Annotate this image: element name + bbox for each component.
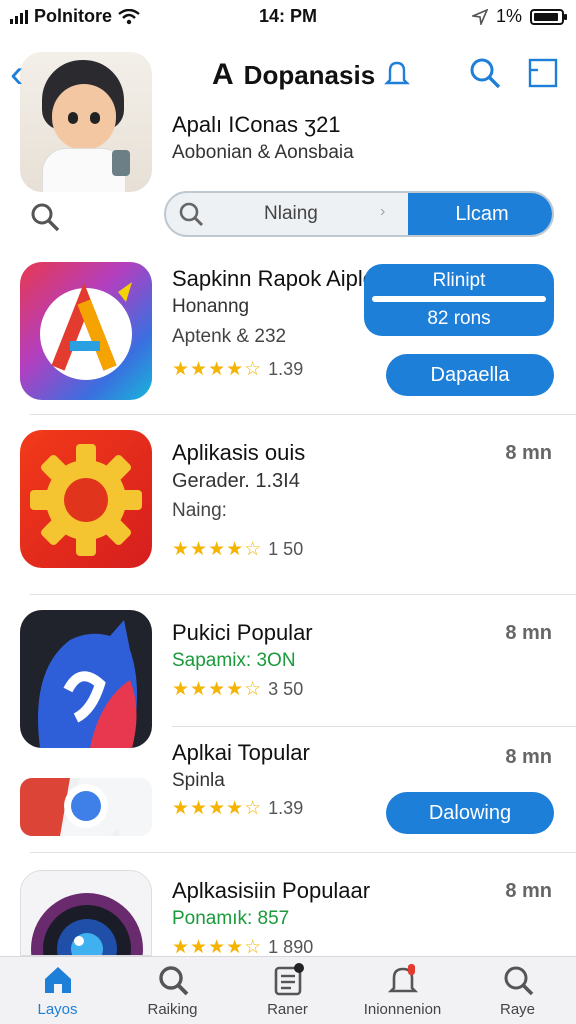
star-rating-icon: ★★★★☆: [172, 679, 263, 700]
app-meta: Aptenk & 232: [172, 326, 287, 347]
tab-raner[interactable]: Raner: [230, 963, 345, 1023]
segment-ranking[interactable]: Nlaing ›: [166, 193, 406, 235]
search-icon: [158, 966, 188, 996]
page-title: A Dopanasis: [212, 58, 375, 92]
app-name[interactable]: Pukici Popular: [172, 620, 313, 646]
ranking-panel[interactable]: Rlinipt 82 rons: [364, 264, 554, 336]
notification-icon: [387, 964, 418, 993]
status-right: 1%: [471, 6, 567, 27]
app-size: 8 mn: [505, 622, 552, 644]
status-bar: Polnitore 14: PM 1%: [0, 0, 576, 36]
tab-layos[interactable]: Layos: [0, 963, 115, 1023]
search-icon[interactable]: [468, 56, 502, 90]
app-name[interactable]: Aplikasis ouis: [172, 440, 305, 466]
star-rating-icon: ★★★★☆: [172, 938, 263, 956]
app-name[interactable]: Aplkai Topular: [172, 740, 310, 766]
app-rating: ★★★★☆ 1 890: [172, 938, 313, 956]
back-icon[interactable]: ‹: [10, 54, 23, 94]
rating-value: 3 50: [268, 679, 304, 699]
battery-icon: [530, 8, 567, 25]
star-rating-icon: ★★★★☆: [172, 539, 263, 560]
app-icon[interactable]: [20, 610, 152, 748]
app-icon[interactable]: [20, 262, 152, 400]
search-icon[interactable]: [30, 202, 60, 232]
tab-raye[interactable]: Raye: [460, 963, 575, 1023]
tab-bar: Layos Raiking Raner Inionnenion Raye: [0, 956, 576, 1024]
featured-app-subtitle: Aobonian & Aonsbaia: [172, 142, 354, 163]
star-rating-icon: ★★★★☆: [172, 798, 263, 819]
featured-app-title: Apalı IConas ʒ21: [172, 112, 341, 137]
tab-label: Layos: [37, 1001, 78, 1018]
bell-icon[interactable]: [380, 56, 414, 90]
app-icon[interactable]: [20, 778, 152, 836]
app-name[interactable]: Aplkasisiin Populaar: [172, 878, 370, 904]
download-button[interactable]: Dapaella: [386, 354, 554, 396]
app-size: 8 mn: [505, 880, 552, 902]
divider: [30, 852, 576, 853]
app-rating: ★★★★☆ 3 50: [172, 678, 303, 701]
segment-ranking-label: Nlaing: [264, 203, 318, 224]
app-icon[interactable]: [20, 430, 152, 568]
star-rating-icon: ★★★★☆: [172, 359, 263, 380]
panel-count: 82 rons: [427, 308, 491, 329]
app-category: Sapamix: 3ON: [172, 650, 296, 671]
tab-label: Raner: [267, 1001, 308, 1018]
rating-value: 1.39: [268, 359, 304, 379]
tab-raiking[interactable]: Raiking: [115, 963, 230, 1023]
panel-title: Rlinipt: [432, 270, 486, 291]
app-name[interactable]: Sapkinn Rapok Aiplog:: [172, 266, 393, 292]
share-icon[interactable]: [526, 56, 560, 90]
page-title-label: Dopanasis: [243, 59, 376, 90]
list-icon: [274, 963, 304, 996]
tab-label: Raye: [499, 1001, 536, 1018]
avatar[interactable]: [20, 52, 152, 192]
app-size: 8 mn: [505, 746, 552, 768]
app-category: Gerader. 1.3I4: [172, 470, 300, 492]
chevron-right-icon: ›: [380, 203, 386, 220]
battery-percent: 1%: [495, 6, 522, 26]
app-rating: ★★★★☆ 1.39: [172, 358, 303, 381]
tab-inionnenion[interactable]: Inionnenion: [345, 963, 460, 1023]
location-icon: [471, 8, 488, 25]
segment-active[interactable]: Llcam: [408, 193, 552, 235]
search-icon: [179, 202, 204, 227]
rating-value: 1 50: [268, 539, 304, 559]
divider: [172, 726, 576, 727]
app-meta: Naing:: [172, 500, 227, 521]
segmented-control: Nlaing › Llcam: [164, 191, 554, 237]
divider: [30, 594, 576, 595]
app-icon[interactable]: [20, 870, 152, 956]
app-rating: ★★★★☆ 1 50: [172, 538, 303, 561]
rating-value: 1 890: [268, 938, 314, 956]
app-size: 8 mn: [505, 442, 552, 464]
app-rating: ★★★★☆ 1.39: [172, 797, 303, 820]
app-store-logo-icon: A: [212, 58, 234, 91]
tab-label: Raiking: [147, 1001, 198, 1018]
home-icon: [44, 967, 71, 993]
tab-label: Inionnenion: [363, 1001, 442, 1018]
app-category: Ponamık: 857: [172, 908, 290, 929]
divider: [30, 414, 576, 415]
rating-value: 1.39: [268, 798, 304, 818]
app-category: Honanng: [172, 296, 250, 317]
app-category: Spinla: [172, 770, 225, 791]
download-button[interactable]: Dalowing: [386, 792, 554, 834]
search-icon: [504, 966, 533, 996]
panel-divider: [372, 296, 546, 302]
